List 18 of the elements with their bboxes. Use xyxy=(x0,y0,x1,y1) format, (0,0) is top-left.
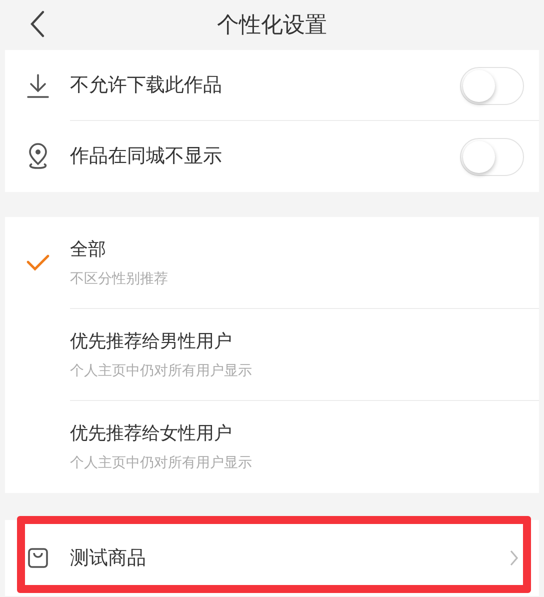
shopping-bag-icon xyxy=(26,547,48,569)
setting-label: 作品在同城不显示 xyxy=(70,144,222,170)
audience-option[interactable]: 优先推荐给女性用户 个人主页中仍对所有用户显示 xyxy=(5,401,539,493)
toggle-switch[interactable] xyxy=(460,66,524,104)
audience-option[interactable]: 全部 不区分性别推荐 xyxy=(5,217,539,309)
audience-option[interactable]: 优先推荐给男性用户 个人主页中仍对所有用户显示 xyxy=(5,309,539,401)
page-title: 个性化设置 xyxy=(217,12,327,40)
option-title: 优先推荐给男性用户 xyxy=(70,330,233,354)
option-title: 全部 xyxy=(70,238,107,262)
setting-label: 不允许下载此作品 xyxy=(70,73,222,98)
option-subtitle: 个人主页中仍对所有用户显示 xyxy=(70,454,252,473)
product-label: 测试商品 xyxy=(70,546,146,571)
toggle-switch[interactable] xyxy=(460,138,524,176)
option-subtitle: 不区分性别推荐 xyxy=(70,270,168,289)
download-icon xyxy=(26,72,50,98)
option-subtitle: 个人主页中仍对所有用户显示 xyxy=(70,362,252,381)
chevron-right-icon xyxy=(509,549,519,567)
option-title: 优先推荐给女性用户 xyxy=(70,422,233,446)
